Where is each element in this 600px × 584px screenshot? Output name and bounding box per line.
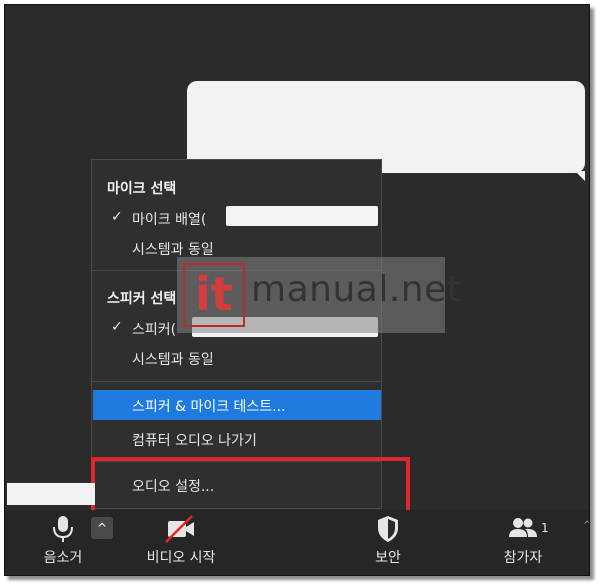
shield-icon bbox=[378, 516, 398, 542]
start-video-button[interactable]: 비디오 시작 bbox=[131, 515, 231, 567]
speaker-check-icon: ✓ bbox=[111, 319, 123, 335]
menu-item-speaker-mic-test[interactable]: 스피커 & 마이크 테스트... bbox=[93, 390, 381, 420]
participants-icon bbox=[509, 518, 537, 537]
watermark-text: manual.net bbox=[251, 269, 462, 310]
chevron-up-icon[interactable]: ^ bbox=[583, 520, 589, 531]
menu-item-leave-computer-audio[interactable]: 컴퓨터 오디오 나가기 bbox=[132, 430, 257, 450]
audio-options-caret-button[interactable]: ^ bbox=[91, 517, 113, 539]
menu-item-mic-array[interactable]: 마이크 배열( bbox=[132, 209, 206, 229]
start-video-label: 비디오 시작 bbox=[146, 550, 216, 566]
participant-count-badge: 1 bbox=[541, 521, 549, 535]
microphone-icon bbox=[53, 516, 73, 542]
highlight-annotation-box bbox=[91, 457, 410, 515]
mic-check-icon: ✓ bbox=[111, 209, 123, 225]
watermark: it manual.net bbox=[177, 257, 461, 333]
mute-label: 음소거 bbox=[43, 550, 83, 566]
security-button[interactable]: 보안 bbox=[363, 515, 413, 567]
security-label: 보안 bbox=[375, 550, 401, 566]
zoom-window: 마이크 선택 ✓ 마이크 배열( 시스템과 동일 스피커 선택 ✓ 스피커( 시… bbox=[4, 4, 590, 576]
menu-item-speaker-same-as-system[interactable]: 시스템과 동일 bbox=[132, 349, 214, 369]
menu-item-speaker[interactable]: 스피커( bbox=[132, 319, 176, 339]
mute-button[interactable]: 음소거 bbox=[35, 515, 91, 567]
mic-section-title: 마이크 선택 bbox=[107, 181, 177, 197]
menu-item-speaker-mic-test-label: 스피커 & 마이크 테스트... bbox=[132, 399, 286, 415]
menu-item-mic-same-as-system[interactable]: 시스템과 동일 bbox=[132, 239, 214, 259]
menu-divider bbox=[92, 381, 381, 382]
speaker-section-title: 스피커 선택 bbox=[107, 291, 177, 307]
video-off-icon bbox=[165, 515, 194, 543]
participants-label: 참가자 bbox=[503, 550, 543, 566]
redacted-area bbox=[7, 483, 95, 505]
watermark-logo: it bbox=[183, 263, 245, 327]
redacted-mic-name bbox=[226, 206, 378, 226]
